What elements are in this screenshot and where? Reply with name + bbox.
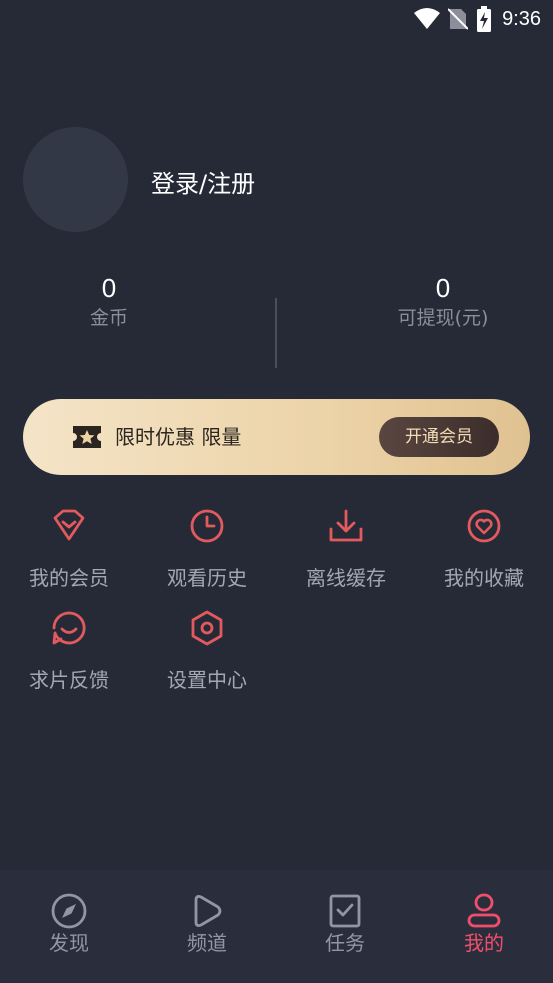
wifi-icon [414, 8, 441, 29]
battery-charging-icon [477, 6, 492, 32]
open-vip-button[interactable]: 开通会员 [379, 417, 499, 457]
menu-item-label: 我的收藏 [444, 566, 524, 590]
withdrawable-value: 0 [435, 273, 451, 303]
stats-divider [275, 298, 277, 368]
no-sim-icon [448, 8, 469, 30]
coins-value: 0 [101, 273, 117, 303]
avatar[interactable] [23, 127, 128, 232]
ticket-star-icon [73, 426, 101, 448]
vip-promo-text: 限时优惠 限量 [115, 425, 242, 449]
menu-item-label: 我的会员 [29, 566, 109, 590]
menu-item-label: 求片反馈 [29, 668, 109, 692]
nav-label: 发现 [49, 931, 89, 955]
task-icon [329, 894, 361, 928]
nav-tab-mine[interactable]: 我的 [434, 892, 534, 956]
bottom-nav: 发现 频道 任务 我的 [0, 870, 553, 983]
nav-tab-channel[interactable]: 频道 [157, 892, 257, 956]
feedback-bubble-icon [52, 611, 86, 645]
play-icon [194, 895, 222, 927]
menu-item-settings[interactable]: 设置中心 [142, 610, 272, 710]
nav-tab-tasks[interactable]: 任务 [295, 892, 395, 956]
status-time: 9:36 [502, 7, 541, 30]
download-icon [329, 509, 363, 542]
coins-stat[interactable]: 0 金币 [9, 272, 209, 330]
nav-label: 频道 [187, 931, 227, 955]
settings-hexagon-icon [191, 610, 223, 646]
status-icons: 9:36 [414, 6, 541, 32]
login-register-link[interactable]: 登录/注册 [151, 164, 255, 199]
menu-item-watch-history[interactable]: 观看历史 [142, 508, 272, 608]
vip-promo-banner[interactable]: 限时优惠 限量 开通会员 [23, 399, 530, 475]
nav-tab-discover[interactable]: 发现 [19, 892, 119, 956]
nav-label: 任务 [325, 931, 365, 955]
heart-icon [467, 509, 501, 543]
menu-item-label: 离线缓存 [306, 566, 386, 590]
diamond-icon [53, 509, 85, 541]
clock-icon [190, 509, 224, 543]
compass-icon [51, 893, 87, 929]
menu-item-my-favorites[interactable]: 我的收藏 [419, 508, 549, 608]
menu-item-offline-cache[interactable]: 离线缓存 [281, 508, 411, 608]
menu-item-label: 观看历史 [167, 566, 247, 590]
withdrawable-stat[interactable]: 0 可提现(元) [343, 272, 543, 330]
menu-item-my-vip[interactable]: 我的会员 [4, 508, 134, 608]
menu-item-label: 设置中心 [167, 668, 247, 692]
withdrawable-label: 可提现(元) [397, 307, 489, 329]
nav-label: 我的 [464, 931, 504, 955]
menu-item-request-feedback[interactable]: 求片反馈 [4, 610, 134, 710]
user-icon [467, 893, 501, 928]
status-bar: 9:36 [0, 0, 553, 38]
coins-label: 金币 [89, 307, 128, 329]
